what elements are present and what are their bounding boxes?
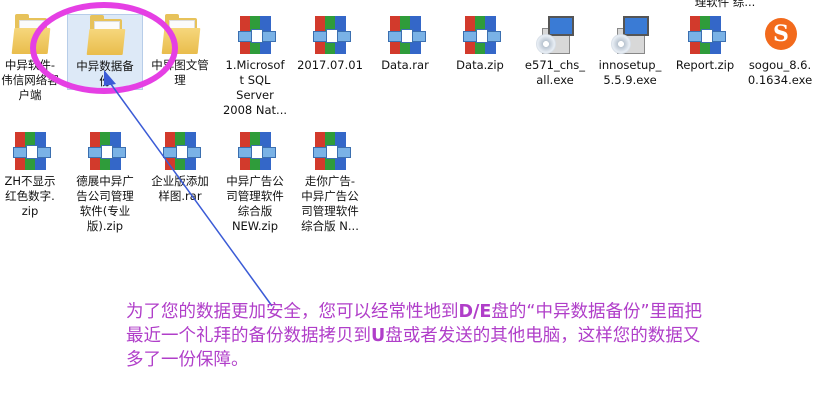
annotation-text: 为了您的数据更加安全，您可以经常性地到D/E盘的“中异数据备份”里面把 最近一个… bbox=[126, 302, 703, 370]
